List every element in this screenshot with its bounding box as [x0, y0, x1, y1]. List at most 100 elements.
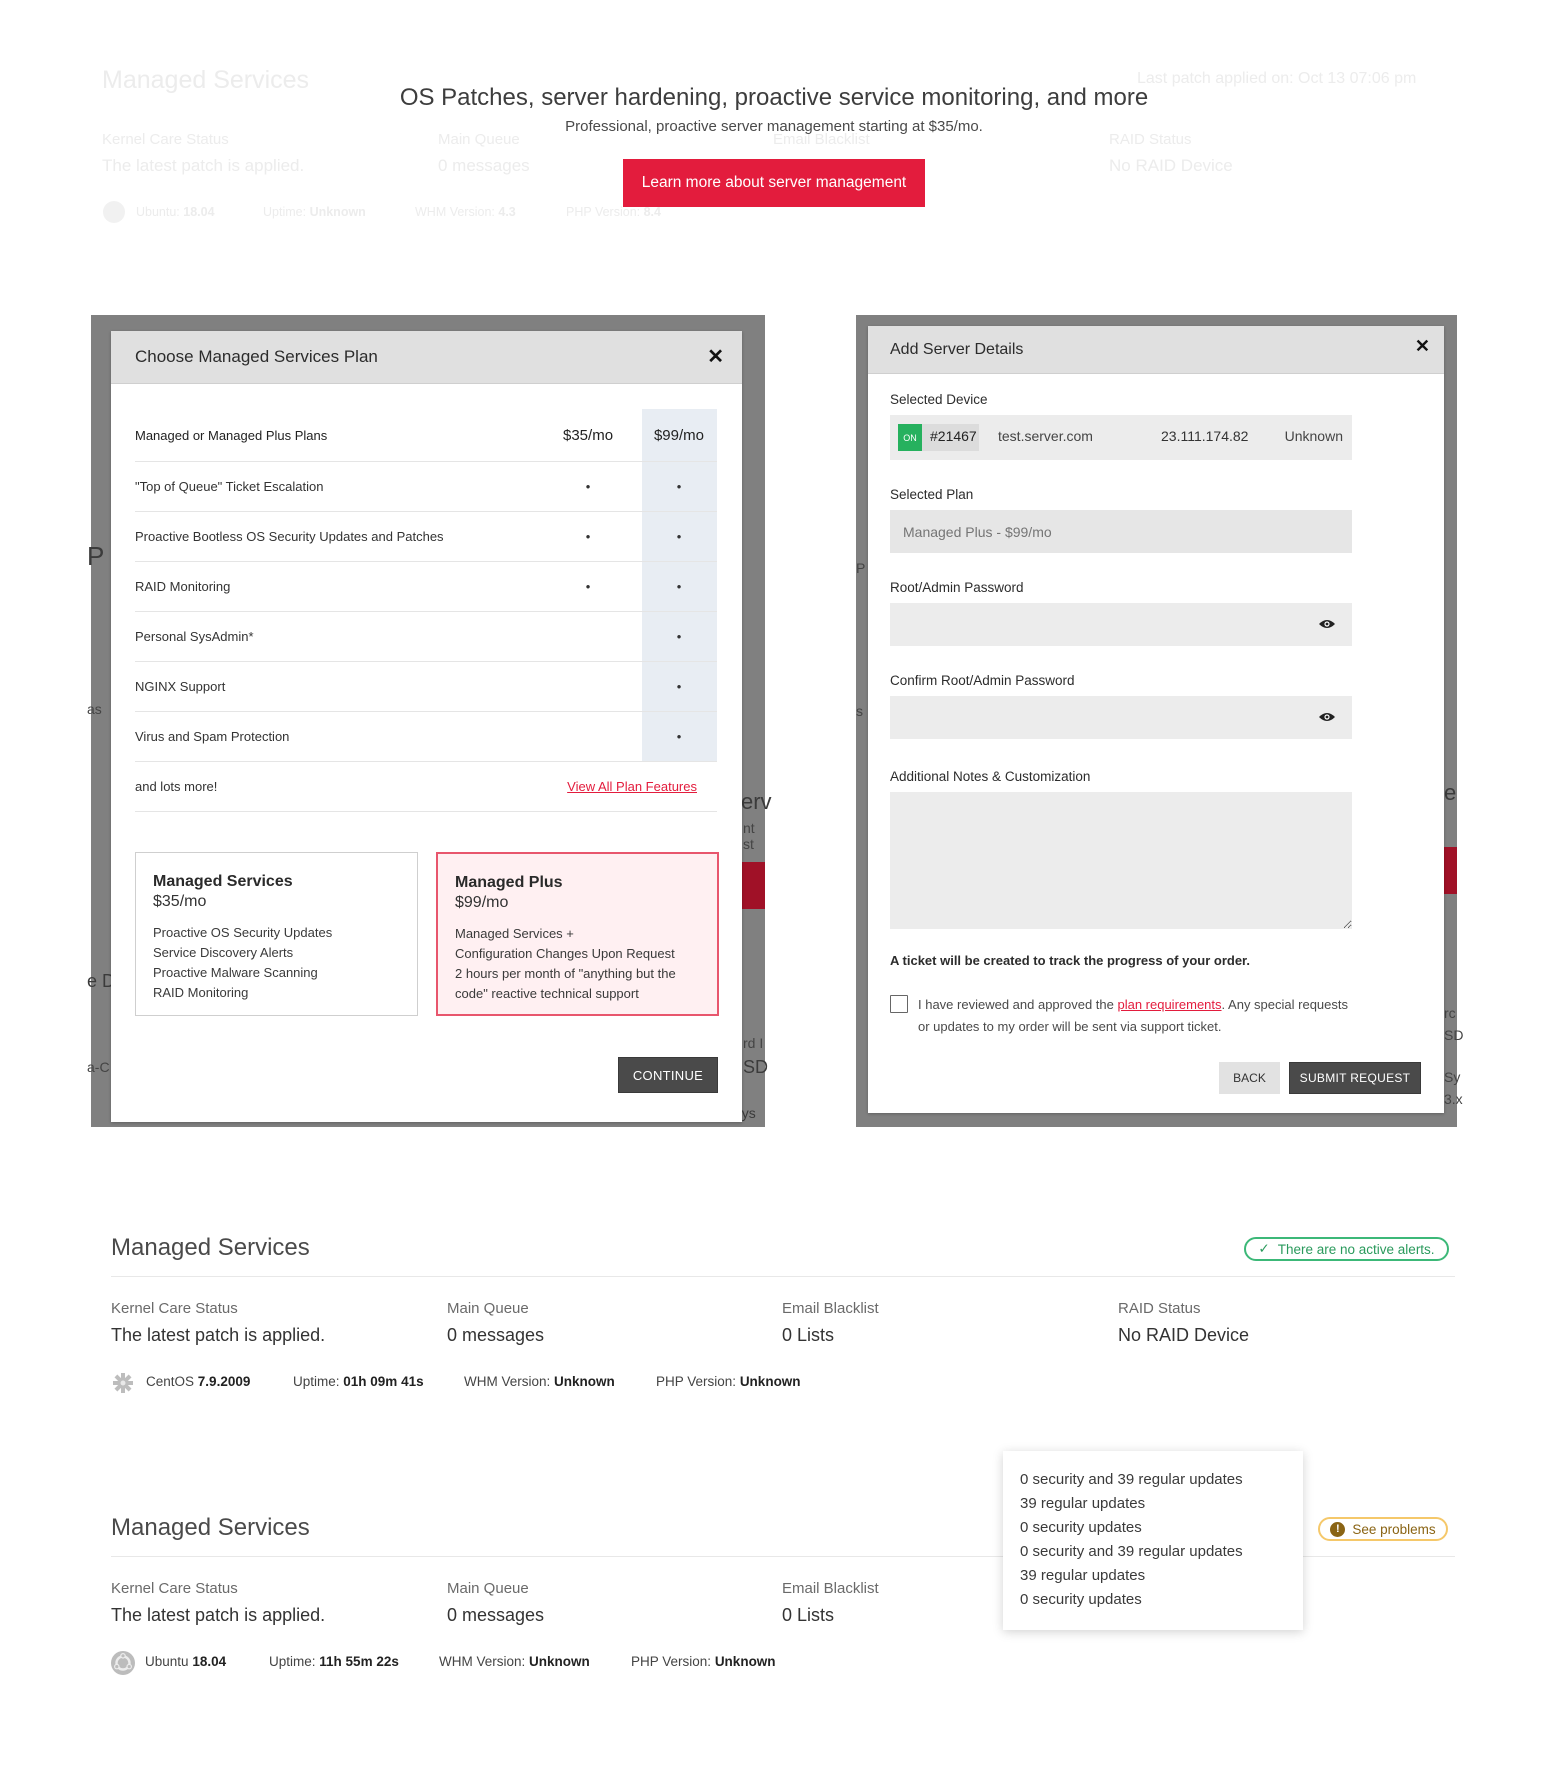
device-hostname: test.server.com [998, 428, 1093, 444]
close-icon[interactable]: ✕ [1415, 336, 1430, 357]
plan-card-managed-plus[interactable]: Managed Plus $99/mo Managed Services + C… [436, 852, 719, 1016]
ghost-text: erv [741, 789, 772, 814]
close-icon[interactable]: ✕ [707, 344, 724, 369]
table-row: "Top of Queue" Ticket Escalation • • [135, 461, 717, 512]
tooltip-line: 39 regular updates [1020, 1495, 1146, 1512]
plan-requirements-link[interactable]: plan requirements [1117, 997, 1221, 1012]
whm-value: 4.3 [498, 205, 516, 219]
continue-button[interactable]: CONTINUE [618, 1057, 718, 1093]
php-value: 8.4 [643, 205, 661, 219]
stat-value: No RAID Device [1118, 1325, 1250, 1345]
modal-header: Add Server Details ✕ [868, 326, 1444, 374]
device-id: #21467 [930, 428, 977, 444]
agree-checkbox[interactable] [890, 995, 908, 1013]
feature-name: RAID Monitoring [135, 578, 231, 594]
notes-field[interactable] [890, 792, 1352, 929]
selected-device-row: ON #21467 test.server.com 23.111.174.82 … [890, 415, 1352, 460]
plan-feature: code" reactive technical support [455, 986, 639, 1001]
plan-features: Proactive OS Security Updates Service Di… [153, 923, 400, 1003]
faded-uptime: Uptime: Unknown [263, 205, 366, 219]
centos-icon [113, 1373, 133, 1393]
agree-text: I have reviewed and approved the plan re… [918, 994, 1358, 1038]
faded-php: PHP Version: 8.4 [566, 205, 661, 219]
check-icon: ✓ [1258, 1241, 1270, 1256]
no-alerts-badge[interactable]: ✓ There are no active alerts. [1244, 1237, 1449, 1261]
badge-label: There are no active alerts. [1277, 1241, 1435, 1257]
plan-price: $35/mo [153, 893, 207, 910]
feature-name: NGINX Support [135, 678, 226, 694]
see-problems-badge[interactable]: ! See problems [1318, 1517, 1448, 1541]
uptime-label: Uptime: [269, 1654, 316, 1669]
ghost-text: as [87, 701, 102, 717]
plan-feature: Proactive Malware Scanning [153, 965, 318, 980]
os-name: CentOS [146, 1374, 195, 1389]
stat-value: The latest patch is applied. [111, 1325, 326, 1345]
stat-value: 0 Lists [782, 1605, 835, 1625]
whm-info: WHM Version: Unknown [439, 1654, 590, 1669]
tooltip-line: 0 security and 39 regular updates [1020, 1471, 1243, 1488]
stat-label: RAID Status [1118, 1300, 1201, 1317]
faded-stat-value: 0 messages [438, 156, 530, 175]
problems-tooltip: 0 security and 39 regular updates 39 reg… [1003, 1451, 1303, 1630]
view-all-features-link[interactable]: View All Plan Features [567, 779, 697, 794]
tooltip-line: 0 security updates [1020, 1519, 1142, 1536]
table-row: Proactive Bootless OS Security Updates a… [135, 511, 717, 562]
password-field[interactable] [890, 603, 1352, 646]
submit-request-button[interactable]: SUBMIT REQUEST [1289, 1062, 1421, 1094]
plus-check: • [676, 528, 682, 544]
device-ip: 23.111.174.82 [1161, 428, 1249, 444]
selected-plan-field[interactable] [890, 510, 1352, 553]
col-plus-price: $99/mo [653, 427, 705, 444]
ghost-text: nt st [743, 820, 755, 852]
feature-name: Proactive Bootless OS Security Updates a… [135, 528, 444, 544]
ghost-text: rc [1444, 1005, 1456, 1021]
eye-icon[interactable] [1318, 711, 1336, 723]
feature-name: "Top of Queue" Ticket Escalation [135, 478, 324, 494]
faded-stat-value: No RAID Device [1109, 156, 1233, 175]
managed-check: • [585, 478, 591, 494]
plan-feature: Proactive OS Security Updates [153, 925, 333, 940]
selected-plan-label: Selected Plan [890, 487, 974, 502]
os-info: Ubuntu 18.04 [145, 1654, 226, 1669]
php-info: PHP Version: Unknown [656, 1374, 801, 1389]
add-server-modal: Add Server Details ✕ Selected Device ON … [868, 326, 1444, 1113]
php-label: PHP Version: [566, 205, 641, 219]
plus-check: • [676, 578, 682, 594]
os-name: Ubuntu [145, 1654, 189, 1669]
ghost-text: P [856, 560, 866, 576]
stat-label: Kernel Care Status [111, 1300, 238, 1317]
ghost-text: rd I [743, 1035, 764, 1051]
banner-subtitle: Professional, proactive server managemen… [565, 118, 983, 135]
learn-more-button[interactable]: Learn more about server management [623, 159, 925, 207]
plan-feature: Managed Services + [455, 926, 574, 941]
status-badge: ON [898, 424, 922, 451]
ghost-text: a-C [87, 1059, 110, 1075]
plan-card-managed[interactable]: Managed Services $35/mo Proactive OS Sec… [135, 852, 418, 1016]
plus-check: • [676, 478, 682, 494]
more-label: and lots more! [135, 778, 218, 794]
php-label: PHP Version: [656, 1374, 737, 1389]
confirm-password-field[interactable] [890, 696, 1352, 739]
plan-name: Managed Services [153, 873, 293, 890]
plan-price: $99/mo [455, 894, 509, 911]
ubuntu-icon [103, 201, 125, 223]
plus-check: • [676, 678, 682, 694]
feature-name: Personal SysAdmin* [135, 628, 254, 644]
ghost-button [1444, 847, 1457, 894]
table-header-label: Managed or Managed Plus Plans [135, 428, 328, 443]
table-row: NGINX Support • [135, 661, 717, 712]
stat-value: 0 messages [447, 1325, 545, 1345]
device-os: Unknown [1284, 428, 1343, 444]
whm-label: WHM Version: [439, 1654, 526, 1669]
whm-value: Unknown [554, 1374, 615, 1389]
table-row-more: and lots more! View All Plan Features [135, 761, 717, 812]
back-button[interactable]: BACK [1219, 1062, 1280, 1094]
table-row: Virus and Spam Protection • [135, 711, 717, 762]
divider [111, 1276, 1455, 1277]
eye-icon[interactable] [1318, 618, 1336, 630]
stat-label: Kernel Care Status [111, 1580, 238, 1597]
plan-feature: 2 hours per month of "anything but the [455, 966, 676, 981]
confirm-password-label: Confirm Root/Admin Password [890, 673, 1075, 688]
os-version: 7.9.2009 [197, 1374, 251, 1389]
agree-text-pre: I have reviewed and approved the [918, 997, 1118, 1012]
